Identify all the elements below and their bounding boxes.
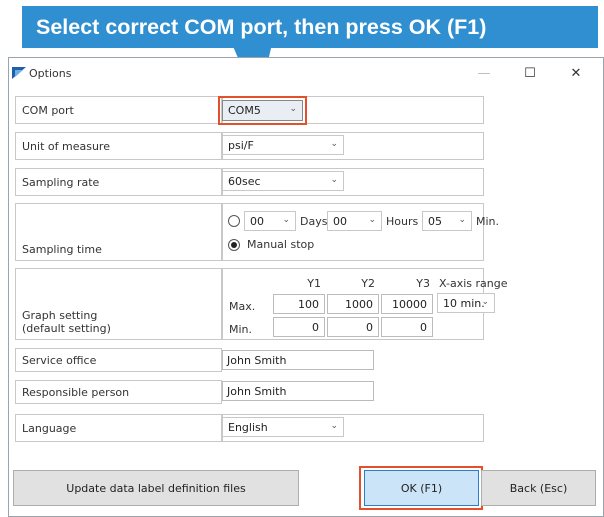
chevron-down-icon: ⌄ bbox=[289, 104, 297, 114]
language-label-text: Language bbox=[22, 421, 77, 435]
service-office-label-text: Service office bbox=[22, 353, 97, 367]
unit-label-text: Unit of measure bbox=[22, 139, 110, 153]
sampling-time-label: Sampling time bbox=[15, 203, 222, 261]
language-value: English bbox=[228, 420, 268, 434]
chevron-down-icon: ⌄ bbox=[282, 215, 290, 225]
sampling-rate-label: Sampling rate bbox=[15, 168, 222, 196]
sampling-rate-label-text: Sampling rate bbox=[22, 175, 100, 189]
chevron-down-icon: ⌄ bbox=[330, 175, 338, 185]
minutes-select[interactable]: 05 ⌄ bbox=[422, 211, 472, 231]
responsible-person-input[interactable]: John Smith bbox=[222, 381, 374, 401]
language-label: Language bbox=[15, 414, 222, 442]
y1-min-input[interactable]: 0 bbox=[273, 317, 325, 337]
com-port-select[interactable]: COM5 ⌄ bbox=[222, 100, 303, 121]
com-port-label: COM port bbox=[15, 96, 222, 124]
max-row-label: Max. bbox=[229, 300, 256, 313]
hours-value: 00 bbox=[333, 214, 347, 228]
minutes-value: 05 bbox=[428, 214, 442, 228]
timed-stop-radio[interactable] bbox=[228, 215, 240, 227]
min-row-label: Min. bbox=[229, 323, 253, 336]
com-port-value: COM5 bbox=[228, 104, 261, 117]
graph-setting-label-line1: Graph setting bbox=[22, 309, 98, 322]
window-title: Options bbox=[29, 67, 72, 80]
manual-stop-radio[interactable] bbox=[228, 239, 240, 251]
hours-label: Hours bbox=[386, 215, 419, 228]
hours-select[interactable]: 00 ⌄ bbox=[327, 211, 382, 231]
responsible-person-label-text: Responsible person bbox=[22, 385, 130, 399]
days-label: Days bbox=[300, 215, 328, 228]
com-port-label-text: COM port bbox=[22, 103, 74, 117]
y2-min-input[interactable]: 0 bbox=[327, 317, 379, 337]
service-office-label: Service office bbox=[15, 348, 222, 372]
days-select[interactable]: 00 ⌄ bbox=[244, 211, 296, 231]
graph-setting-label-line2: (default setting) bbox=[22, 322, 111, 335]
sampling-rate-select[interactable]: 60sec ⌄ bbox=[222, 171, 344, 191]
service-office-input[interactable]: John Smith bbox=[222, 350, 374, 370]
chevron-down-icon: ⌄ bbox=[481, 297, 489, 307]
sampling-time-label-text: Sampling time bbox=[22, 243, 102, 256]
y3-min-input[interactable]: 0 bbox=[381, 317, 433, 337]
unit-value: psi/F bbox=[228, 138, 254, 152]
x-axis-range-value: 10 min. bbox=[443, 296, 485, 310]
language-select[interactable]: English ⌄ bbox=[222, 417, 344, 437]
unit-label: Unit of measure bbox=[15, 132, 222, 160]
chevron-down-icon: ⌄ bbox=[330, 421, 338, 431]
x-axis-range-select[interactable]: 10 min. ⌄ bbox=[437, 293, 495, 313]
chevron-down-icon: ⌄ bbox=[330, 139, 338, 149]
options-dialog: Options — ☐ ✕ COM port COM5 ⌄ Unit of me… bbox=[8, 57, 604, 517]
back-button[interactable]: Back (Esc) bbox=[481, 470, 596, 506]
manual-stop-label: Manual stop bbox=[247, 238, 315, 251]
minimize-button[interactable]: — bbox=[461, 60, 507, 86]
close-button[interactable]: ✕ bbox=[553, 60, 599, 86]
ok-button-highlight bbox=[359, 466, 483, 510]
x-axis-range-header: X-axis range bbox=[439, 277, 508, 290]
graph-setting-label-block: Graph setting (default setting) bbox=[22, 309, 111, 335]
column-header-y1: Y1 bbox=[307, 277, 321, 290]
y3-max-input[interactable]: 10000 bbox=[381, 294, 433, 314]
unit-select[interactable]: psi/F ⌄ bbox=[222, 135, 344, 155]
column-header-y2: Y2 bbox=[361, 277, 375, 290]
sampling-rate-value: 60sec bbox=[228, 174, 261, 188]
y1-max-input[interactable]: 100 bbox=[273, 294, 325, 314]
maximize-button[interactable]: ☐ bbox=[507, 60, 553, 86]
graph-setting-label: Graph setting (default setting) bbox=[15, 268, 222, 340]
update-definition-files-button[interactable]: Update data label definition files bbox=[13, 470, 299, 506]
chevron-down-icon: ⌄ bbox=[458, 215, 466, 225]
minutes-label: Min. bbox=[476, 215, 500, 228]
chevron-down-icon: ⌄ bbox=[368, 215, 376, 225]
days-value: 00 bbox=[250, 214, 264, 228]
app-logo-icon bbox=[12, 67, 26, 79]
column-header-y3: Y3 bbox=[416, 277, 430, 290]
responsible-person-label: Responsible person bbox=[15, 380, 222, 404]
instruction-callout: Select correct COM port, then press OK (… bbox=[22, 6, 598, 48]
radio-selected-dot bbox=[231, 242, 237, 248]
y2-max-input[interactable]: 1000 bbox=[327, 294, 379, 314]
